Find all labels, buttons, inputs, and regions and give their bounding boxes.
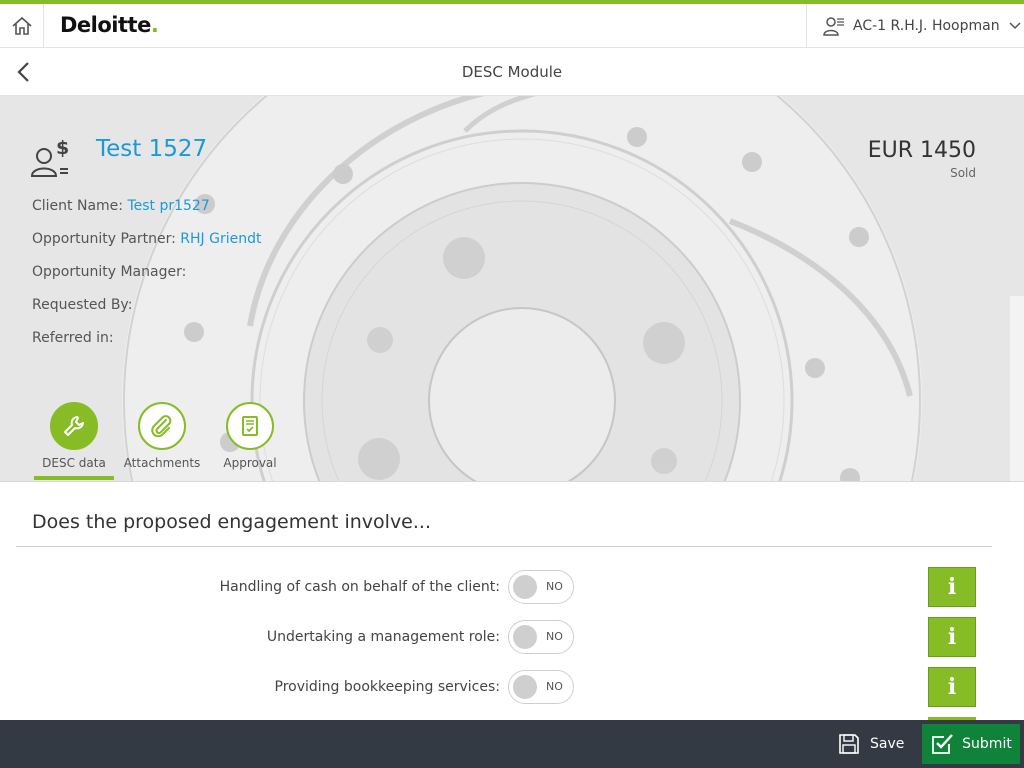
sub-header: DESC Module: [0, 48, 1024, 96]
brand-name: Deloitte: [60, 13, 151, 37]
field-label: Opportunity Partner:: [32, 231, 176, 247]
brand-dot: .: [150, 13, 159, 37]
submit-button[interactable]: Submit: [922, 724, 1020, 764]
tab-icon-circle: [226, 402, 274, 450]
active-tab-indicator: [34, 476, 114, 480]
management-role-toggle[interactable]: NO: [508, 620, 574, 654]
record-amount: EUR 1450: [867, 138, 976, 163]
question-label: Undertaking a management role:: [266, 629, 500, 645]
opportunity-partner-link[interactable]: RHJ Griendt: [180, 231, 261, 247]
tab-desc-data[interactable]: DESC data: [34, 402, 114, 470]
question-row: Providing bookkeeping services: NO i: [0, 667, 1024, 707]
paperclip-icon: [151, 415, 172, 438]
tab-label: Approval: [223, 456, 277, 470]
home-icon: [11, 16, 32, 35]
tab-label: DESC data: [42, 456, 106, 470]
section-title: Does the proposed engagement involve...: [32, 511, 431, 533]
top-bar: Deloitte. AC-1 R.H.J. Hoopman: [0, 4, 1024, 48]
home-button[interactable]: [0, 4, 44, 48]
bookkeeping-toggle[interactable]: NO: [508, 670, 574, 704]
field-label: Referred in:: [32, 330, 114, 346]
section-divider: [16, 546, 992, 547]
toggle-knob: [513, 575, 537, 599]
record-title[interactable]: Test 1527: [96, 136, 207, 162]
action-footer: Save Submit: [0, 720, 1024, 768]
document-check-icon: [242, 416, 258, 436]
field-label: Client Name:: [32, 198, 123, 214]
brand-logo[interactable]: Deloitte.: [60, 13, 159, 37]
tab-attachments[interactable]: Attachments: [122, 402, 202, 470]
tab-approval[interactable]: Approval: [210, 402, 290, 470]
user-name: AC-1 R.H.J. Hoopman: [853, 18, 1000, 34]
submit-label: Submit: [962, 736, 1012, 752]
wrench-icon: [64, 416, 84, 436]
toggle-knob: [513, 625, 537, 649]
info-button[interactable]: i: [928, 617, 976, 657]
field-label: Opportunity Manager:: [32, 264, 187, 280]
toggle-state: NO: [546, 680, 563, 693]
field-opportunity-partner: Opportunity Partner: RHJ Griendt: [32, 231, 261, 247]
toggle-state: NO: [546, 630, 563, 643]
user-list-icon: [823, 17, 844, 36]
info-button[interactable]: i: [928, 667, 976, 707]
field-requested-by: Requested By:: [32, 297, 132, 313]
save-button[interactable]: Save: [838, 728, 904, 760]
record-status: Sold: [950, 166, 976, 180]
toggle-state: NO: [546, 580, 563, 593]
toggle-knob: [513, 675, 537, 699]
question-label: Handling of cash on behalf of the client…: [219, 579, 500, 595]
field-opportunity-manager: Opportunity Manager:: [32, 264, 186, 280]
user-menu[interactable]: AC-1 R.H.J. Hoopman: [806, 4, 1024, 48]
tab-label: Attachments: [123, 456, 201, 470]
page-title: DESC Module: [461, 63, 563, 81]
question-label: Providing bookkeeping services:: [274, 679, 500, 695]
field-label: Requested By:: [32, 297, 133, 313]
info-button[interactable]: i: [928, 567, 976, 607]
client-name-link[interactable]: Test pr1527: [127, 198, 209, 214]
checkbox-icon: [932, 734, 954, 754]
question-row: Handling of cash on behalf of the client…: [0, 567, 1024, 607]
field-referred-in: Referred in:: [32, 330, 114, 346]
save-label: Save: [870, 736, 905, 752]
record-header-panel: $ Test 1527 EUR 1450 Sold Client Name: T…: [0, 96, 1024, 482]
svg-text:$: $: [56, 138, 69, 159]
field-client-name: Client Name: Test pr1527: [32, 198, 210, 214]
chevron-down-icon: [1009, 22, 1021, 30]
tab-icon-circle: [50, 402, 98, 450]
floppy-disk-icon: [839, 734, 859, 754]
tab-icon-circle: [138, 402, 186, 450]
client-dollar-icon: $: [30, 137, 72, 184]
panel-scrollbar[interactable]: [1010, 296, 1024, 481]
cash-handling-toggle[interactable]: NO: [508, 570, 574, 604]
question-row: Undertaking a management role: NO i: [0, 617, 1024, 657]
